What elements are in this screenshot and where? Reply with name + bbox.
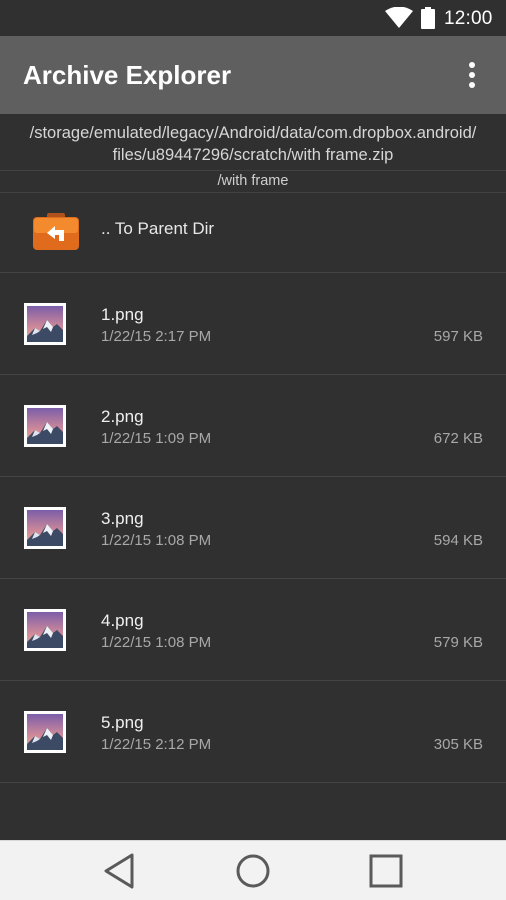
overflow-menu-icon[interactable] [458, 60, 486, 90]
parent-dir-label: .. To Parent Dir [101, 219, 215, 238]
file-size: 594 KB [433, 532, 483, 549]
back-icon[interactable] [100, 851, 140, 891]
file-name: 4.png [101, 611, 144, 630]
app-bar: Archive Explorer [0, 36, 506, 114]
file-size: 305 KB [433, 736, 483, 753]
file-list: 1.png 1/22/15 2:17 PM 597 KB 2.png 1/22/… [0, 273, 506, 783]
image-thumbnail-icon [24, 507, 66, 549]
folder-up-icon [33, 213, 79, 250]
file-row[interactable]: 3.png 1/22/15 1:08 PM 594 KB [0, 477, 506, 579]
inner-path-bar: /with frame [0, 171, 506, 193]
file-row[interactable]: 4.png 1/22/15 1:08 PM 579 KB [0, 579, 506, 681]
file-name: 2.png [101, 407, 144, 426]
file-row[interactable]: 1.png 1/22/15 2:17 PM 597 KB [0, 273, 506, 375]
image-thumbnail-icon [24, 711, 66, 753]
file-size: 579 KB [433, 634, 483, 651]
file-size: 672 KB [433, 430, 483, 447]
image-thumbnail-icon [24, 405, 66, 447]
status-time: 12:00 [444, 8, 493, 29]
wifi-icon [385, 7, 413, 28]
app-title: Archive Explorer [23, 60, 232, 90]
archive-path-line-2: files/u89447296/scratch/with frame.zip [112, 146, 394, 164]
file-row[interactable]: 5.png 1/22/15 2:12 PM 305 KB [0, 681, 506, 783]
file-date: 1/22/15 2:17 PM [101, 328, 212, 345]
archive-path-bar: /storage/emulated/legacy/Android/data/co… [0, 114, 506, 171]
archive-path: /storage/emulated/legacy/Android/data/co… [0, 122, 506, 166]
battery-icon [421, 7, 435, 29]
file-name: 5.png [101, 713, 144, 732]
home-icon[interactable] [233, 851, 273, 891]
file-name: 1.png [101, 305, 144, 324]
file-date: 1/22/15 1:09 PM [101, 430, 212, 447]
status-bar: 12:00 [0, 0, 506, 36]
navigation-bar [0, 840, 506, 900]
inner-path: /with frame [217, 173, 289, 189]
image-thumbnail-icon [24, 609, 66, 651]
parent-dir-row[interactable]: .. To Parent Dir [0, 193, 506, 273]
file-name: 3.png [101, 509, 144, 528]
image-thumbnail-icon [24, 303, 66, 345]
archive-path-line-1: /storage/emulated/legacy/Android/data/co… [29, 124, 477, 142]
file-date: 1/22/15 1:08 PM [101, 634, 212, 651]
recents-icon[interactable] [366, 851, 406, 891]
file-size: 597 KB [433, 328, 483, 345]
file-date: 1/22/15 2:12 PM [101, 736, 212, 753]
file-row[interactable]: 2.png 1/22/15 1:09 PM 672 KB [0, 375, 506, 477]
file-date: 1/22/15 1:08 PM [101, 532, 212, 549]
